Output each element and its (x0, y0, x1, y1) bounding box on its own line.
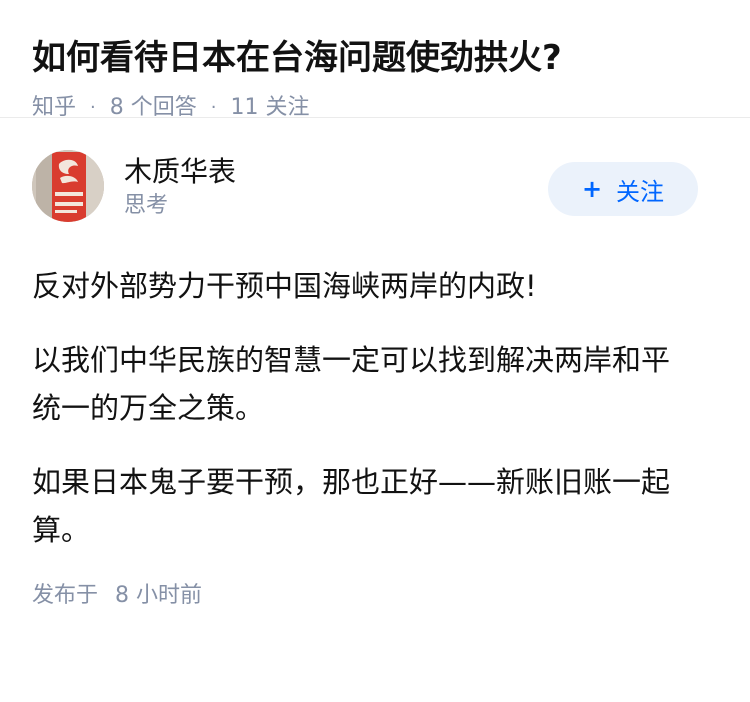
author-row: 木质华表 思考 + 关注 (32, 150, 718, 262)
follow-button-label: 关注 (616, 177, 665, 206)
question-meta: 知乎 · 8 个回答 · 11 关注 (32, 92, 718, 124)
author-bio: 思考 (124, 193, 169, 218)
follow-button[interactable]: + 关注 (548, 162, 698, 216)
answer-footer: 发布于 8 小时前 (32, 580, 718, 612)
answers-count[interactable]: 8 个回答 (110, 92, 197, 124)
published-time: 8 小时前 (115, 583, 203, 608)
question-title[interactable]: 如何看待日本在台海问题使劲拱火? (32, 34, 718, 82)
answer-paragraph: 以我们中华民族的智慧一定可以找到解决两岸和平统一的万全之策。 (32, 343, 671, 425)
answer-paragraph: 如果日本鬼子要干预，那也正好——新账旧账一起算。 (32, 465, 671, 547)
answer-card: 木质华表 思考 + 关注 反对外部势力干预中国海峡两岸的内政! 以我们中华民族的… (0, 150, 750, 612)
author-name[interactable]: 木质华表 (124, 154, 236, 190)
plus-icon: + (581, 175, 603, 203)
question-header: 如何看待日本在台海问题使劲拱火? 知乎 · 8 个回答 · 11 关注 (0, 0, 750, 120)
followers-count[interactable]: 11 关注 (230, 92, 309, 124)
avatar[interactable] (32, 150, 104, 222)
meta-separator: · (90, 97, 96, 118)
published-label: 发布于 (32, 583, 99, 608)
meta-separator: · (210, 97, 217, 118)
answer-content[interactable]: 反对外部势力干预中国海峡两岸的内政! 以我们中华民族的智慧一定可以找到解决两岸和… (32, 262, 718, 554)
source-label[interactable]: 知乎 (32, 92, 76, 124)
author-info: 木质华表 思考 (124, 154, 236, 222)
avatar-image (32, 150, 104, 222)
answer-paragraph: 反对外部势力干预中国海峡两岸的内政! (32, 269, 537, 303)
